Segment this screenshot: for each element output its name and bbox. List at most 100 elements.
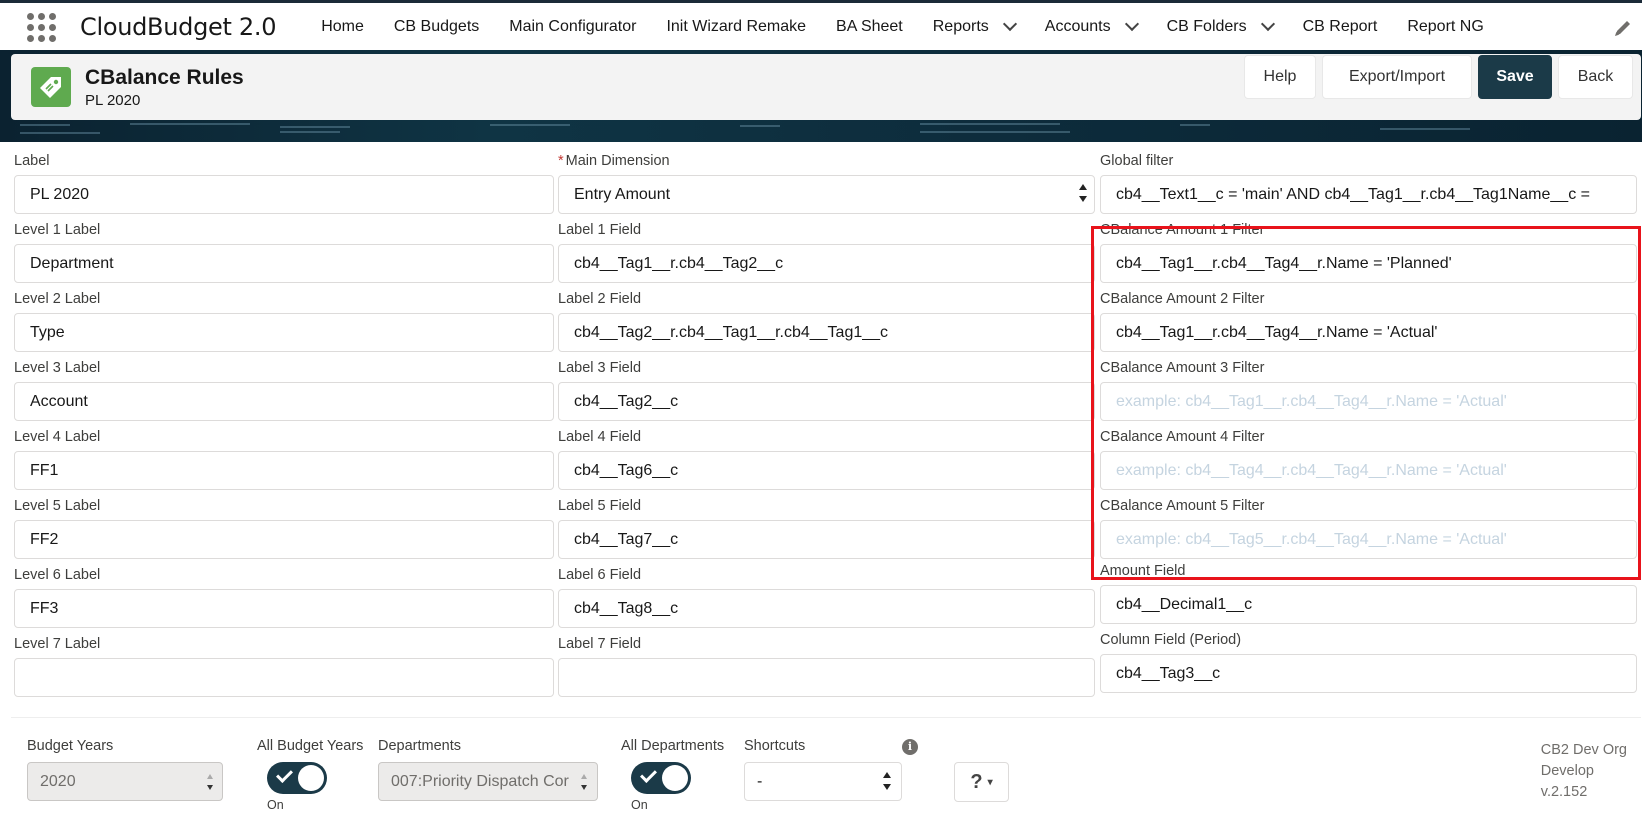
app-launcher-icon[interactable] (27, 12, 56, 42)
budget-years-select[interactable]: 2020 (27, 762, 223, 801)
nav-item-cb-folders[interactable]: CB Folders (1152, 3, 1288, 50)
level-3-field: Level 3 Label Account (14, 359, 554, 421)
help-button[interactable]: Help (1244, 55, 1316, 99)
level-2-field: Level 2 Label Type (14, 290, 554, 352)
cbalance-amount-2-filter-field: CBalance Amount 2 Filter cb4__Tag1__r.cb4… (1100, 290, 1637, 352)
select-arrows-icon (883, 772, 891, 790)
nav-item-label: Accounts (1044, 17, 1111, 35)
back-button[interactable]: Back (1558, 55, 1633, 99)
page-subtitle: PL 2020 (85, 91, 141, 109)
level-3-input[interactable]: Account (14, 382, 554, 421)
label-4-field-label: Label 4 Field (558, 429, 642, 445)
nav-item-report-ng[interactable]: Report NG (1392, 3, 1498, 50)
global-filter-input[interactable]: cb4__Text1__c = 'main' AND cb4__Tag1__r.… (1100, 175, 1637, 214)
cbalance-amount-5-filter-input[interactable]: example: cb4__Tag5__r.cb4__Tag4__r.Name … (1100, 520, 1637, 559)
level-4-field: Level 4 Label FF1 (14, 428, 554, 490)
label-1-field-input[interactable]: cb4__Tag1__r.cb4__Tag2__c (558, 244, 1095, 283)
all-budget-years-toggle[interactable] (267, 762, 327, 794)
help-menu-button[interactable]: ? ▾ (954, 762, 1009, 802)
cbalance-amount-4-filter-field: CBalance Amount 4 Filter example: cb4__Ta… (1100, 428, 1637, 490)
all-departments-label: All Departments (621, 738, 725, 754)
label-input[interactable]: PL 2020 (14, 175, 554, 214)
cbalance-amount-3-filter-input[interactable]: example: cb4__Tag1__r.cb4__Tag4__r.Name … (1100, 382, 1637, 421)
nav-item-home[interactable]: Home (306, 3, 379, 50)
label-5-field-label: Label 5 Field (558, 498, 642, 514)
level-2-label: Level 2 Label (14, 291, 101, 307)
cbalance-amount-3-filter-label: CBalance Amount 3 Filter (1100, 360, 1265, 376)
label-3-field-input[interactable]: cb4__Tag2__c (558, 382, 1095, 421)
level-3-label: Level 3 Label (14, 360, 101, 376)
label-field-label: Label (14, 153, 50, 169)
chevron-down-icon[interactable] (1002, 16, 1017, 31)
label-4-field-input[interactable]: cb4__Tag6__c (558, 451, 1095, 490)
cbalance-amount-4-filter-label: CBalance Amount 4 Filter (1100, 429, 1265, 445)
nav-item-accounts[interactable]: Accounts (1030, 3, 1152, 50)
departments-select[interactable]: 007:Priority Dispatch Cor (378, 762, 598, 801)
caret-down-icon: ▾ (987, 776, 993, 788)
level-6-label: Level 6 Label (14, 567, 101, 583)
nav-item-cb-report[interactable]: CB Report (1288, 3, 1393, 50)
main-dimension-label: Main Dimension (565, 153, 670, 169)
label-2-field-field: Label 2 Field cb4__Tag2__r.cb4__Tag1__r.c… (558, 290, 1095, 352)
nav-item-init-wizard-remake[interactable]: Init Wizard Remake (651, 3, 821, 50)
level-1-field: Level 1 Label Department (14, 221, 554, 283)
level-6-input[interactable]: FF3 (14, 589, 554, 628)
shortcuts-label: Shortcuts (744, 738, 806, 754)
level-7-input[interactable] (14, 658, 554, 697)
all-budget-years-label: All Budget Years (257, 738, 364, 754)
cbalance-amount-2-filter-input[interactable]: cb4__Tag1__r.cb4__Tag4__r.Name = 'Actual… (1100, 313, 1637, 352)
label-2-field-input[interactable]: cb4__Tag2__r.cb4__Tag1__r.cb4__Tag1__c (558, 313, 1095, 352)
nav-item-label: CB Report (1302, 17, 1378, 35)
main-dimension-select[interactable]: Entry Amount (558, 175, 1095, 214)
label-6-field-input[interactable]: cb4__Tag8__c (558, 589, 1095, 628)
cbalance-amount-1-filter-input[interactable]: cb4__Tag1__r.cb4__Tag4__r.Name = 'Planne… (1100, 244, 1637, 283)
version-number: v.2.152 (1540, 784, 1588, 800)
column-field-input[interactable]: cb4__Tag3__c (1100, 654, 1637, 693)
level-5-field: Level 5 Label FF2 (14, 497, 554, 559)
environment: Develop (1540, 763, 1594, 779)
all-departments-toggle[interactable] (631, 762, 691, 794)
org-name: CB2 Dev Org (1540, 742, 1627, 758)
label-5-field-input[interactable]: cb4__Tag7__c (558, 520, 1095, 559)
nav-item-label: CB Budgets (393, 17, 480, 35)
nav-item-cb-budgets[interactable]: CB Budgets (379, 3, 494, 50)
nav-item-reports[interactable]: Reports (918, 3, 1030, 50)
page-title: CBalance Rules (85, 65, 244, 89)
budget-years-label: Budget Years (27, 738, 114, 754)
shortcuts-select[interactable]: - (744, 762, 902, 801)
pencil-icon[interactable] (1612, 17, 1634, 39)
question-icon: ? (970, 770, 983, 793)
export-import-button[interactable]: Export/Import (1322, 55, 1472, 99)
level-1-input[interactable]: Department (14, 244, 554, 283)
version-info: CB2 Dev Org Develop v.2.152 (1541, 740, 1627, 803)
decorative-code-texture (20, 120, 1620, 142)
tag-icon (31, 67, 71, 107)
amount-field-input[interactable]: cb4__Decimal1__c (1100, 585, 1637, 624)
nav-item-ba-sheet[interactable]: BA Sheet (821, 3, 918, 50)
select-arrows-icon (1079, 184, 1087, 202)
cbalance-amount-4-filter-input[interactable]: example: cb4__Tag4__r.cb4__Tag4__r.Name … (1100, 451, 1637, 490)
level-2-input[interactable]: Type (14, 313, 554, 352)
chevron-down-icon[interactable] (1260, 16, 1275, 31)
cbalance-amount-2-filter-label: CBalance Amount 2 Filter (1100, 291, 1265, 307)
level-4-label: Level 4 Label (14, 429, 101, 445)
chevron-down-icon[interactable] (1124, 16, 1139, 31)
label-3-field-field: Label 3 Field cb4__Tag2__c (558, 359, 1095, 421)
level-6-field: Level 6 Label FF3 (14, 566, 554, 628)
label-5-field-field: Label 5 Field cb4__Tag7__c (558, 497, 1095, 559)
cbalance-amount-1-filter-label: CBalance Amount 1 Filter (1100, 222, 1265, 238)
level-4-input[interactable]: FF1 (14, 451, 554, 490)
level-5-input[interactable]: FF2 (14, 520, 554, 559)
nav-item-main-configurator[interactable]: Main Configurator (494, 3, 651, 50)
page-header: CBalance Rules PL 2020 Help Export/Impor… (11, 54, 1641, 120)
global-nav-bar: CloudBudget 2.0 Home CB Budgets Main Confi… (0, 0, 1642, 50)
toggle-state-text: On (267, 798, 284, 812)
label-4-field-field: Label 4 Field cb4__Tag6__c (558, 428, 1095, 490)
nav-items: Home CB Budgets Main Configurator Init Wiza… (306, 3, 1499, 50)
save-button[interactable]: Save (1478, 55, 1552, 99)
global-filter-field: Global filter cb4__Text1__c = 'main' AND… (1100, 152, 1637, 214)
info-icon[interactable]: i (902, 739, 918, 755)
label-7-field-input[interactable] (558, 658, 1095, 697)
label-6-field-label: Label 6 Field (558, 567, 642, 583)
toggle-state-text: On (631, 798, 648, 812)
